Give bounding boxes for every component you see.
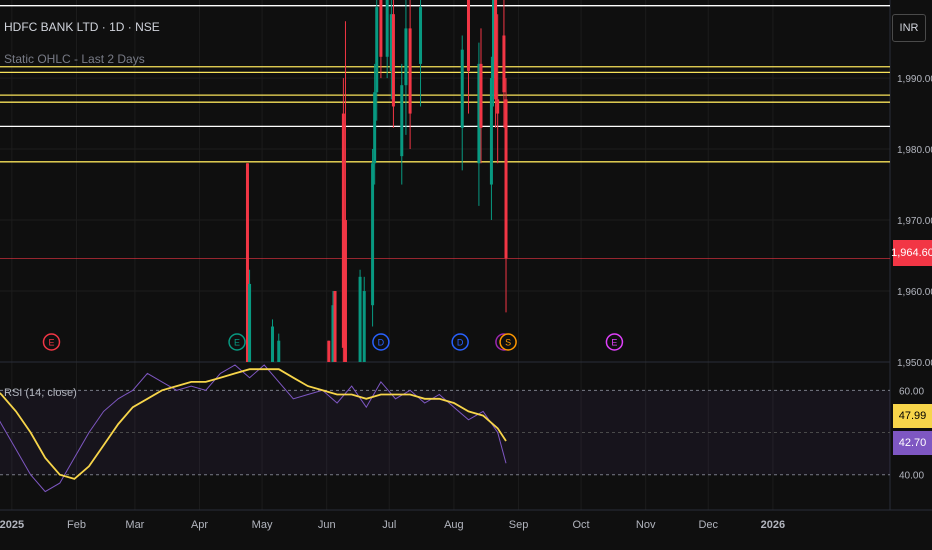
y-tick-label: 1,950.00 <box>897 358 932 369</box>
event-marker: E <box>228 333 246 351</box>
candle <box>371 149 375 327</box>
candle-body <box>270 326 274 362</box>
event-marker-label: E <box>48 338 54 348</box>
x-tick-label: Apr <box>191 519 208 531</box>
chart-title: HDFC BANK LTD · 1D · NSE <box>4 20 160 34</box>
event-marker: E <box>605 333 624 351</box>
candle-body <box>419 7 423 64</box>
x-tick-label: Nov <box>636 519 656 531</box>
candle-body <box>358 276 362 362</box>
candle-body <box>362 291 366 362</box>
candle-body <box>379 0 383 57</box>
y-tick-label: 1,970.00 <box>897 216 932 227</box>
x-tick-label: Mar <box>125 519 144 531</box>
candle-body <box>479 63 483 128</box>
candle <box>327 340 331 362</box>
candles <box>245 0 508 362</box>
x-tick-label: Aug <box>444 519 464 531</box>
candle-body <box>494 0 498 100</box>
event-marker-label: D <box>457 338 464 348</box>
candle <box>270 319 274 362</box>
candle <box>404 0 408 135</box>
x-tick-label: Sep <box>509 519 529 531</box>
rsi-label: RSI (14, close) <box>4 387 77 399</box>
x-tick-label: Dec <box>698 519 718 531</box>
chart-canvas[interactable]: E E D D S E 1,990.00 1,980.00 1,970.00 1,960.00 1… <box>0 0 932 550</box>
x-tick-label: Jun <box>318 519 336 531</box>
candle-body <box>502 35 506 93</box>
candle-body <box>460 49 464 128</box>
candle-body <box>327 340 331 362</box>
event-marker: D <box>372 333 390 351</box>
rsi-panel <box>0 364 890 493</box>
candle-body <box>277 340 281 362</box>
rsi-value-badge: 42.70 <box>893 431 932 455</box>
event-marker: S <box>499 333 517 351</box>
event-marker-label: D <box>378 338 385 348</box>
candle-body <box>404 28 408 86</box>
candle-body <box>375 7 379 93</box>
candle-body <box>373 92 377 164</box>
candle-body <box>248 283 252 362</box>
candle <box>391 0 395 128</box>
candle <box>504 78 508 313</box>
y-tick-label: 1,990.00 <box>897 74 932 85</box>
candle <box>400 63 404 185</box>
candle-body <box>385 0 389 57</box>
y-tick-label: 1,960.00 <box>897 287 932 298</box>
candle <box>333 291 337 362</box>
candle-body <box>504 99 508 259</box>
candle <box>277 333 281 362</box>
candle-body <box>408 28 412 114</box>
x-tick-label: Oct <box>573 519 590 531</box>
candle <box>489 56 493 221</box>
x-tick-label: Feb <box>67 519 86 531</box>
rsi-ma-badge: 47.99 <box>893 404 932 428</box>
candle <box>358 269 362 362</box>
last-price-badge: 1,964.60 <box>891 240 932 266</box>
event-marker: E <box>42 333 61 351</box>
candle-body <box>391 14 395 107</box>
candle-body <box>489 78 493 185</box>
candle <box>466 0 470 114</box>
candle-body <box>466 0 470 71</box>
rsi-tick-label: 40.00 <box>899 471 924 482</box>
candle <box>419 0 423 107</box>
x-tick-label: Jul <box>382 519 396 531</box>
candle-body <box>496 99 500 114</box>
rsi-tick-label: 60.00 <box>899 386 924 397</box>
currency-button[interactable]: INR <box>892 14 926 42</box>
x-tick-label: 2026 <box>761 519 785 531</box>
candle <box>460 35 464 171</box>
candle-body <box>343 220 347 362</box>
candle-body <box>371 163 375 306</box>
candle-body <box>400 85 404 157</box>
event-marker-label: E <box>611 338 617 348</box>
event-marker: D <box>451 333 469 351</box>
x-tick-label: 2025 <box>0 519 24 531</box>
x-tick-label: May <box>252 519 273 531</box>
event-marker-label: S <box>505 338 511 348</box>
candle <box>362 276 366 362</box>
candle-body <box>333 291 337 362</box>
event-marker-label: E <box>234 338 240 348</box>
y-tick-label: 1,980.00 <box>897 145 932 156</box>
indicator-label: Static OHLC - Last 2 Days <box>4 52 145 66</box>
